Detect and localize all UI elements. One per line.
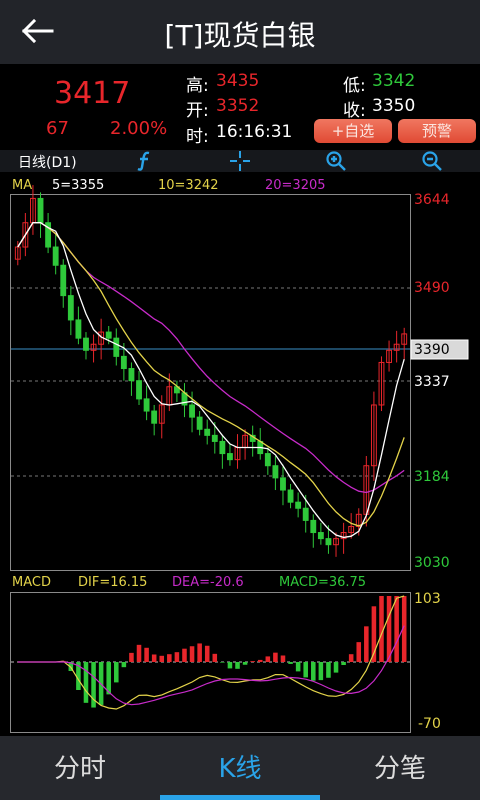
candle-body [143, 398, 150, 412]
axis-price-bottom: 3030 [414, 555, 450, 571]
macd-bar [151, 654, 157, 662]
macd-bar [204, 645, 210, 662]
macd-axis-top: 103 [414, 591, 441, 607]
candle-body [204, 428, 211, 436]
candle-body [83, 337, 89, 351]
candlestick-chart[interactable] [0, 0, 480, 800]
candle-body [189, 404, 195, 418]
candle-body [280, 477, 286, 491]
axis-price-upper: 3490 [414, 280, 450, 296]
macd-bar [341, 662, 346, 666]
macd-histogram [60, 596, 407, 708]
macd-bar [197, 643, 202, 662]
macd-bar [273, 652, 278, 662]
macd-bar [303, 662, 308, 678]
axis-price-current: 3390 [414, 342, 450, 358]
active-tab-indicator [160, 795, 320, 800]
macd-bar [265, 656, 271, 662]
candle-body [105, 331, 112, 339]
macd-bar [250, 661, 255, 662]
macd-title: MACD [12, 575, 51, 590]
macd-bar [220, 662, 225, 663]
candle-body [75, 319, 82, 339]
macd-bar [394, 596, 399, 662]
candle-body [264, 453, 271, 467]
candle-body [317, 532, 324, 540]
tab-timeshare[interactable]: 分时 [0, 736, 160, 800]
candle-body [211, 434, 218, 442]
macd-bar [159, 655, 165, 662]
candle-body [37, 197, 44, 224]
dea-line [17, 625, 405, 706]
macd-bar [212, 653, 218, 662]
macd-dif-value: DIF=16.15 [78, 575, 148, 590]
macd-bar [326, 662, 331, 678]
macd-bar [129, 652, 134, 662]
macd-macd-value: MACD=36.75 [279, 575, 367, 590]
macd-bar [235, 662, 240, 669]
macd-bar [386, 596, 392, 662]
macd-bar [280, 655, 286, 662]
dif-line [17, 595, 405, 710]
axis-price-lower: 3184 [414, 469, 450, 485]
candle-body [60, 264, 67, 297]
macd-bar [288, 662, 293, 664]
candle-body [227, 453, 233, 461]
macd-bar [167, 654, 172, 662]
macd-bar [83, 662, 89, 703]
candle-body [219, 440, 226, 455]
candle-body [196, 416, 203, 430]
candle-body [136, 380, 142, 400]
axis-price-top: 3644 [414, 192, 450, 208]
candle-body [302, 507, 309, 521]
macd-bar [121, 662, 127, 668]
candle-body [52, 246, 59, 266]
macd-axis-bottom: -70 [418, 716, 441, 732]
macd-dea-value: DEA=-20.6 [172, 575, 244, 590]
candle-body [67, 295, 74, 321]
macd-bar [227, 662, 233, 669]
ma10-line [17, 222, 405, 527]
tab-kline[interactable]: K线 [160, 736, 320, 800]
macd-bar [136, 644, 142, 662]
macd-bar [295, 662, 301, 672]
candle-body [287, 489, 294, 503]
candle-body [272, 465, 279, 479]
macd-bar [174, 652, 180, 662]
macd-bar [333, 662, 339, 673]
macd-bar [311, 662, 316, 681]
macd-bar [182, 648, 187, 662]
macd-bar [348, 654, 354, 662]
macd-bar [114, 662, 119, 683]
candle-body [151, 410, 158, 424]
candle-body [310, 519, 317, 534]
macd-bar [318, 662, 324, 681]
axis-price-mid: 3337 [414, 374, 450, 390]
macd-bar [189, 646, 195, 662]
candle-body [113, 337, 120, 357]
macd-bar [144, 647, 149, 662]
tab-tick-detail[interactable]: 分笔 [320, 736, 480, 800]
candles-group [14, 185, 408, 557]
ma20-line [17, 222, 405, 494]
macd-bar [364, 626, 369, 662]
candle-body [295, 501, 302, 509]
candle-body [325, 538, 332, 546]
macd-bar [257, 659, 263, 662]
macd-bar [242, 662, 248, 665]
candle-body [128, 368, 135, 382]
candle-body [120, 355, 127, 370]
macd-bar [356, 642, 362, 662]
